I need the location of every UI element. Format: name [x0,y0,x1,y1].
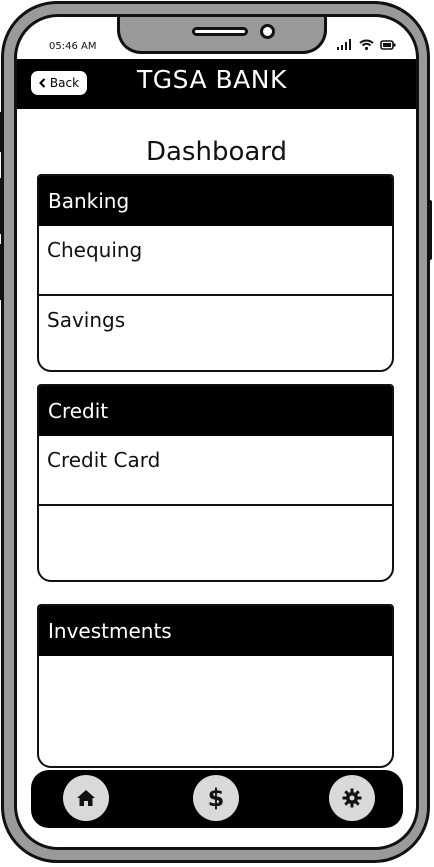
phone-side-button-left-3 [0,244,3,300]
phone-side-button-right [428,200,432,260]
empty-credit-item[interactable] [39,506,392,576]
investments-header: Investments [39,606,392,656]
banking-header: Banking [39,176,392,226]
app-title: TGSA BANK [137,65,287,94]
back-button[interactable]: Back [31,71,87,95]
dollar-icon: $ [207,784,225,812]
gear-icon [342,788,362,808]
phone-side-button-left-1 [0,112,3,152]
signal-icon [337,39,351,50]
page-title: Dashboard [145,137,288,167]
investments-card: Investments [37,604,394,768]
chequing-item[interactable]: Chequing [39,226,392,296]
speaker-grille [192,27,248,36]
back-label: Back [49,76,80,90]
credit-card-section: Credit Credit Card [37,384,394,582]
home-button[interactable] [63,775,109,821]
dollar-button[interactable]: $ [193,775,239,821]
savings-item[interactable]: Savings [39,296,392,366]
phone-screen: 05:46 AM Back TGSA BANK Dashboard Bankin… [14,14,419,850]
battery-icon [380,40,396,50]
credit-card-item[interactable]: Credit Card [39,436,392,506]
banking-card: Banking Chequing Savings [37,174,394,372]
wifi-icon [359,39,374,50]
credit-header: Credit [39,386,392,436]
status-time: 05:46 AM [49,41,97,52]
front-camera [260,24,275,39]
phone-side-button-left-2 [0,178,3,234]
chevron-left-icon [39,78,46,88]
app-header: Back TGSA BANK [17,59,416,109]
status-icons [337,39,396,50]
bottom-nav-bar: $ [31,770,403,828]
phone-notch [117,17,327,54]
home-icon [77,790,95,806]
settings-button[interactable] [329,775,375,821]
